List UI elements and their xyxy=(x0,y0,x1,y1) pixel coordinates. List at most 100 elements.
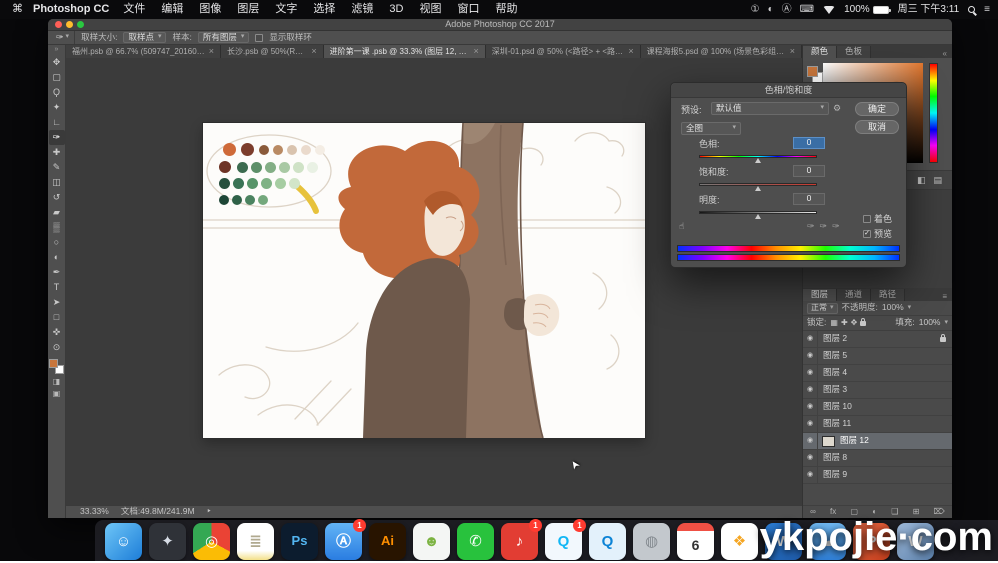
menu-item[interactable]: 图像 xyxy=(191,3,229,16)
lock-transparency-icon[interactable]: ▦ xyxy=(830,318,838,327)
show-sampling-ring-checkbox[interactable] xyxy=(255,34,263,42)
layer-visibility-toggle[interactable]: ◉ xyxy=(803,399,818,415)
apple-menu-icon[interactable]: ⌘ xyxy=(12,3,23,16)
eyedropper-add-icon[interactable]: ✑ xyxy=(820,221,828,231)
tab-close-icon[interactable]: × xyxy=(628,46,633,56)
tab-close-icon[interactable]: × xyxy=(311,46,316,56)
artwork-document[interactable] xyxy=(203,123,645,438)
dock-launchpad-rocket[interactable]: ✦ xyxy=(149,523,186,560)
layer-visibility-toggle[interactable]: ◉ xyxy=(803,348,818,364)
layer-row[interactable]: ◉ 图层 8 xyxy=(803,450,952,467)
layer-row[interactable]: ◉ 图层 3 xyxy=(803,382,952,399)
layer-name[interactable]: 图层 4 xyxy=(823,368,952,378)
layer-name[interactable]: 图层 2 xyxy=(823,334,940,344)
tab-layers[interactable]: 图层 xyxy=(803,289,837,301)
tool-shape[interactable]: □ xyxy=(49,310,65,325)
screen-mode-icon[interactable]: ▣ xyxy=(49,388,65,400)
slider-track[interactable] xyxy=(699,155,817,158)
dock-music-app[interactable]: ♪ 1 xyxy=(501,523,538,560)
slider-thumb[interactable] xyxy=(755,158,761,163)
dialog-title-bar[interactable]: 色相/饱和度 xyxy=(671,83,906,98)
layer-visibility-toggle[interactable]: ◉ xyxy=(803,331,818,347)
tab-fuzhou[interactable]: 福州.psb @ 66.7% (509747_2016011717... × xyxy=(66,45,221,58)
tool-brush[interactable]: ✎ xyxy=(49,160,65,175)
tool-healing-brush[interactable]: ✚ xyxy=(49,145,65,160)
dock-chrome[interactable]: ◎ xyxy=(193,523,230,560)
layer-row[interactable]: ◉ 图层 11 xyxy=(803,416,952,433)
dock-tim[interactable]: Q xyxy=(589,523,626,560)
menu-item[interactable]: 视图 xyxy=(411,3,449,16)
preset-select[interactable]: 默认值 ▾ xyxy=(711,102,829,115)
tool-history-brush[interactable]: ↺ xyxy=(49,190,65,205)
colorize-checkbox[interactable] xyxy=(863,215,871,223)
tool-eyedropper[interactable]: ✑ xyxy=(49,130,65,145)
dock-android-app[interactable]: ☻ xyxy=(413,523,450,560)
eyedropper-icon[interactable]: ✑ xyxy=(807,221,815,231)
layer-name[interactable]: 图层 12 xyxy=(840,436,952,446)
layer-row[interactable]: ◉ 图层 10 xyxy=(803,399,952,416)
tab-close-icon[interactable]: × xyxy=(790,46,795,56)
tool-gradient[interactable]: ▒ xyxy=(49,220,65,235)
slider-thumb[interactable] xyxy=(755,186,761,191)
tool-marquee[interactable]: ▢ xyxy=(49,70,65,85)
window-title-bar[interactable]: Adobe Photoshop CC 2017 xyxy=(48,19,952,31)
slider-thumb[interactable] xyxy=(755,214,761,219)
layer-name[interactable]: 图层 11 xyxy=(823,419,952,429)
menubar-app-name[interactable]: Photoshop CC xyxy=(33,3,109,16)
slider-value-field[interactable]: 0 xyxy=(793,137,825,149)
layer-row[interactable]: ◉ 图层 9 xyxy=(803,467,952,484)
opacity-value[interactable]: 100% xyxy=(882,303,904,313)
on-image-adjust-hand-icon[interactable]: ☝ xyxy=(679,221,684,231)
tool-path-select[interactable]: ➤ xyxy=(49,295,65,310)
wifi-icon[interactable] xyxy=(823,6,835,14)
menu-item[interactable]: 文字 xyxy=(267,3,305,16)
sample-size-select[interactable]: 取样点 ▾ xyxy=(123,32,166,43)
color-swatches-widget[interactable] xyxy=(49,359,64,374)
menu-item[interactable]: 选择 xyxy=(305,3,343,16)
preview-option[interactable]: ✓ 预览 xyxy=(863,229,892,239)
battery-status[interactable]: 100% xyxy=(844,4,889,16)
window-zoom-button[interactable] xyxy=(77,21,84,28)
tool-quick-select[interactable]: ✦ xyxy=(49,100,65,115)
menu-item[interactable]: 编辑 xyxy=(153,3,191,16)
lock-pixels-icon[interactable]: ✚ xyxy=(841,318,848,327)
menu-item[interactable]: 图层 xyxy=(229,3,267,16)
dock-app-store[interactable]: Ⓐ 1 xyxy=(325,523,362,560)
layer-name[interactable]: 图层 9 xyxy=(823,470,952,480)
tab-paths[interactable]: 路径 xyxy=(871,289,905,301)
menu-item[interactable]: 窗口 xyxy=(449,3,487,16)
layer-row[interactable]: ◉ 图层 2 xyxy=(803,331,952,348)
channel-select[interactable]: 全图 ▾ xyxy=(681,122,741,135)
toolbar-collapse-icon[interactable]: » xyxy=(55,46,59,55)
cancel-button[interactable]: 取消 xyxy=(855,120,899,134)
menubar-input-language-icon[interactable]: Ⓐ xyxy=(782,4,792,16)
tab-close-icon[interactable]: × xyxy=(209,46,214,56)
current-tool-badge[interactable]: ✑ ▾ xyxy=(54,31,75,44)
notification-center-icon[interactable]: ≡ xyxy=(984,4,990,16)
styles-panel-icon[interactable]: ▤ xyxy=(933,175,942,185)
tool-lasso[interactable]: Ϙ xyxy=(49,85,65,100)
preview-checkbox[interactable]: ✓ xyxy=(863,230,871,238)
panel-collapse-icon[interactable]: « xyxy=(943,49,952,58)
adjustments-panel-icon[interactable]: ◧ xyxy=(917,175,926,185)
tab-changsha[interactable]: 长沙.psb @ 50%(RGB/8... × xyxy=(221,45,324,58)
dock-photos-app[interactable]: ❖ xyxy=(721,523,758,560)
layer-name[interactable]: 图层 5 xyxy=(823,351,952,361)
tab-color-panel[interactable]: 颜色 xyxy=(803,46,837,58)
tool-pen[interactable]: ✒ xyxy=(49,265,65,280)
search-icon[interactable] xyxy=(968,6,975,13)
tab-shenzhen[interactable]: 深圳-01.psd @ 50% (<路径> + <路径>, C... × xyxy=(486,45,641,58)
quick-mask-icon[interactable]: ◨ xyxy=(49,376,65,388)
window-close-button[interactable] xyxy=(55,21,62,28)
status-popup-icon[interactable]: ‣ xyxy=(207,507,212,517)
tool-blur[interactable]: ○ xyxy=(49,235,65,250)
zoom-level-field[interactable]: 33.33% xyxy=(80,507,109,517)
sample-select[interactable]: 所有图层 ▾ xyxy=(198,32,250,43)
tool-crop[interactable]: ∟ xyxy=(49,115,65,130)
tool-eraser[interactable]: ▰ xyxy=(49,205,65,220)
hue-saturation-dialog[interactable]: 色相/饱和度 预设: 默认值 ▾ ⚙ 确定 取消 全图 ▾ 色相: 0 xyxy=(670,82,907,268)
panel-foreground-swatch[interactable] xyxy=(807,66,818,77)
layer-name[interactable]: 图层 3 xyxy=(823,385,952,395)
layer-name[interactable]: 图层 8 xyxy=(823,453,952,463)
lock-all-icon[interactable] xyxy=(860,321,866,326)
